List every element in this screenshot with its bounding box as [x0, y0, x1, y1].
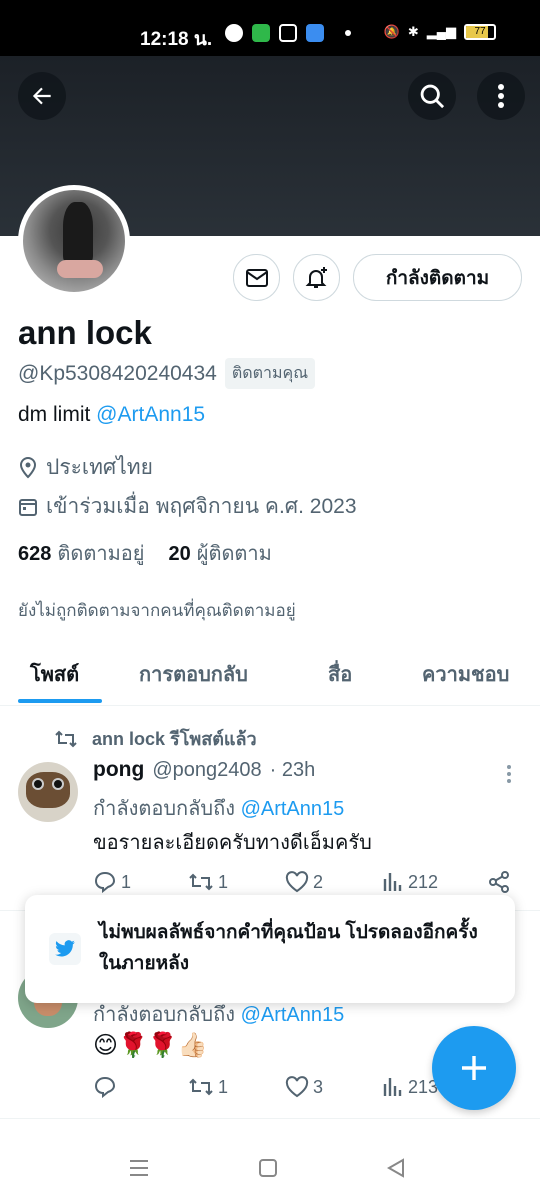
- dot-icon: [345, 30, 351, 36]
- location-pin-icon: [19, 456, 37, 478]
- post-header: pong @pong2408 · 23h: [93, 758, 315, 782]
- follow-counts: 628 ติดตามอยู่ 20 ผู้ติดตาม: [18, 537, 272, 569]
- twitter-bird-icon: [49, 933, 81, 965]
- heart-icon: [285, 1076, 309, 1098]
- repost-icon: [189, 873, 213, 891]
- status-time: 12:18 น.: [140, 29, 213, 50]
- following-button[interactable]: กำลังติดตาม: [353, 254, 522, 301]
- reply-to-mention[interactable]: @ArtAnn15: [241, 798, 345, 820]
- messenger-icon: [225, 24, 243, 42]
- back-nav-icon[interactable]: [386, 1158, 406, 1178]
- profile-tabs: โพสต์ การตอบกลับ สื่อ ความชอบ: [0, 640, 540, 706]
- status-bar: 12:18 น. 🔕 ✱ ▂▄▆ 77: [0, 0, 540, 56]
- profile-handle: @Kp5308420240434: [18, 361, 217, 385]
- signal-icon: ▂▄▆: [426, 24, 456, 39]
- following-count-link[interactable]: 628 ติดตามอยู่: [18, 537, 144, 569]
- post-author-avatar[interactable]: [18, 762, 78, 822]
- bluetooth-icon: ✱: [407, 24, 419, 39]
- recent-apps-icon[interactable]: [128, 1159, 150, 1177]
- tab-replies[interactable]: การตอบกลับ: [139, 658, 248, 690]
- reply-icon: [94, 871, 116, 893]
- post-more-icon[interactable]: [505, 764, 513, 784]
- not-followed-note: ยังไม่ถูกติดตามจากคนที่คุณติดตามอยู่: [18, 601, 296, 620]
- follows-you-badge: ติดตามคุณ: [224, 358, 316, 389]
- post-time: · 23h: [269, 759, 316, 781]
- search-button[interactable]: [408, 72, 456, 120]
- profile-avatar[interactable]: [18, 185, 130, 297]
- compose-button[interactable]: [432, 1026, 516, 1110]
- repost-button[interactable]: 1: [188, 872, 285, 893]
- post-text: 😊🌹🌹👍🏻: [93, 1032, 208, 1059]
- post-text: ขอรายละเอียดครับทางดีเอ็มครับ: [93, 832, 372, 854]
- share-button[interactable]: [487, 870, 511, 894]
- app-icon: [306, 24, 324, 42]
- back-arrow-icon: [32, 87, 51, 105]
- search-icon: [420, 84, 445, 109]
- notification-bell-button[interactable]: [293, 254, 340, 301]
- reply-button[interactable]: [93, 1076, 188, 1098]
- reply-button[interactable]: 1: [93, 871, 188, 893]
- bio-mention-link[interactable]: @ArtAnn15: [96, 403, 205, 426]
- repost-button[interactable]: 1: [188, 1077, 285, 1098]
- post-author-name[interactable]: pong: [93, 758, 144, 782]
- profile-handle-row: @Kp5308420240434 ติดตามคุณ: [18, 358, 316, 389]
- repost-icon: [55, 730, 77, 747]
- back-button[interactable]: [18, 72, 66, 120]
- calendar-icon: [19, 498, 37, 516]
- reply-to-line: กำลังตอบกลับถึง @ArtAnn15: [93, 798, 345, 820]
- repost-indicator: ann lock รีโพสต์แล้ว: [54, 724, 257, 753]
- notification-icons: [225, 24, 351, 42]
- joined-row: เข้าร่วมเมื่อ พฤศจิกายน ค.ศ. 2023: [18, 490, 357, 523]
- gamepad-icon: [279, 24, 297, 42]
- bio-text: dm limit: [18, 403, 97, 426]
- plus-icon: [462, 1056, 486, 1080]
- views-chart-icon: [383, 873, 402, 891]
- system-icons: 🔕 ✱ ▂▄▆ 77: [384, 24, 496, 40]
- followers-count-link[interactable]: 20 ผู้ติดตาม: [168, 537, 271, 569]
- location-text: ประเทศไทย: [46, 456, 153, 479]
- tab-media[interactable]: สื่อ: [328, 658, 352, 690]
- heart-icon: [285, 871, 309, 893]
- profile-name: ann lock: [18, 314, 152, 351]
- toast-message: ไม่พบผลลัพธ์จากคำที่คุณป้อน โปรดลองอีกคร…: [99, 922, 478, 974]
- system-nav-bar: [0, 1118, 540, 1200]
- more-options-button[interactable]: [477, 72, 525, 120]
- post-author-handle: @pong2408: [152, 759, 262, 781]
- envelope-icon: [245, 268, 268, 287]
- bell-plus-icon: [305, 266, 327, 288]
- battery-icon: 77: [464, 24, 496, 40]
- like-button[interactable]: 3: [285, 1076, 382, 1098]
- app-icon: [252, 24, 270, 42]
- active-tab-indicator: [18, 699, 102, 703]
- home-icon[interactable]: [258, 1158, 278, 1178]
- location-row: ประเทศไทย: [18, 451, 153, 484]
- joined-text: เข้าร่วมเมื่อ พฤศจิกายน ค.ศ. 2023: [46, 495, 357, 518]
- message-button[interactable]: [233, 254, 280, 301]
- error-toast: ไม่พบผลลัพธ์จากคำที่คุณป้อน โปรดลองอีกคร…: [25, 895, 515, 1003]
- tab-likes[interactable]: ความชอบ: [422, 658, 509, 690]
- share-icon: [489, 871, 509, 893]
- repost-icon: [189, 1078, 213, 1096]
- profile-bio: dm limit @ArtAnn15: [18, 403, 205, 427]
- reply-to-mention[interactable]: @ArtAnn15: [241, 1004, 345, 1026]
- views-button[interactable]: 212: [382, 871, 487, 893]
- mute-icon: 🔕: [383, 24, 400, 39]
- more-vertical-icon: [498, 84, 504, 108]
- post-actions: 1 1 2 212: [93, 870, 513, 894]
- tab-posts[interactable]: โพสต์: [30, 658, 79, 690]
- reply-icon: [94, 1076, 116, 1098]
- like-button[interactable]: 2: [285, 871, 382, 893]
- views-chart-icon: [383, 1078, 402, 1096]
